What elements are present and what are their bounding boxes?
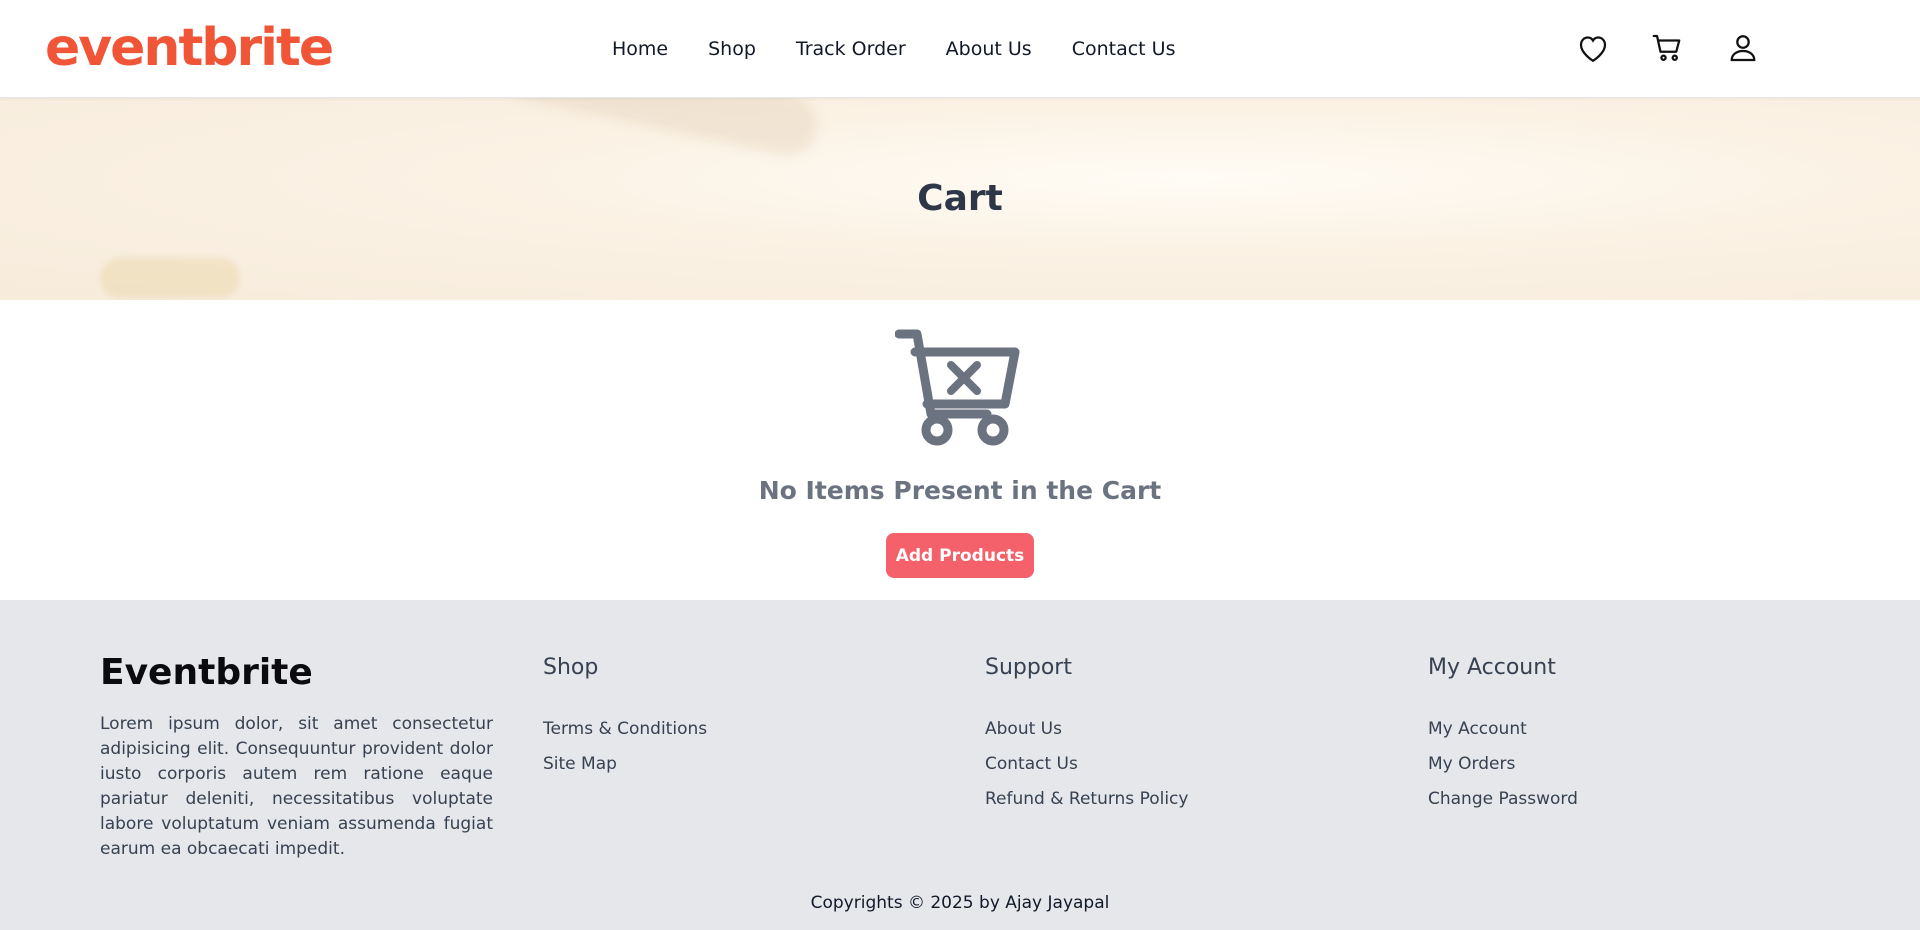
- nav-track-order[interactable]: Track Order: [796, 38, 906, 60]
- footer-heading-support: Support: [985, 655, 1072, 680]
- footer-link-terms[interactable]: Terms & Conditions: [543, 712, 707, 747]
- footer-link-change-password[interactable]: Change Password: [1428, 782, 1578, 817]
- footer-links-support: About Us Contact Us Refund & Returns Pol…: [985, 712, 1188, 817]
- copyright: Copyrights © 2025 by Ajay Jayapal: [810, 893, 1110, 913]
- footer-links-shop: Terms & Conditions Site Map: [543, 712, 707, 782]
- nav-shop[interactable]: Shop: [708, 38, 756, 60]
- header-icons: [1575, 30, 1761, 66]
- footer-brand-title: Eventbrite: [100, 652, 313, 693]
- banner-decoration: [100, 258, 240, 298]
- footer-link-contact[interactable]: Contact Us: [985, 747, 1188, 782]
- footer-brand-text: Lorem ipsum dolor, sit amet consectetur …: [100, 714, 493, 859]
- nav-contact-us[interactable]: Contact Us: [1072, 38, 1176, 60]
- footer-link-about[interactable]: About Us: [985, 712, 1188, 747]
- page-banner: Cart: [0, 98, 1920, 300]
- site-header: eventbrite Home Shop Track Order About U…: [0, 0, 1920, 98]
- empty-cart-message: No Items Present in the Cart: [758, 476, 1162, 505]
- heart-icon[interactable]: [1575, 30, 1611, 66]
- cart-remove-icon: [895, 329, 1020, 446]
- footer-link-refund[interactable]: Refund & Returns Policy: [985, 782, 1188, 817]
- cart-icon[interactable]: [1650, 30, 1686, 66]
- page-title: Cart: [917, 178, 1003, 219]
- logo[interactable]: eventbrite: [45, 14, 334, 82]
- footer-link-my-account[interactable]: My Account: [1428, 712, 1578, 747]
- footer-link-my-orders[interactable]: My Orders: [1428, 747, 1578, 782]
- user-icon[interactable]: [1725, 30, 1761, 66]
- site-footer: Eventbrite Lorem ipsum dolor, sit amet c…: [0, 600, 1920, 930]
- nav-home[interactable]: Home: [612, 38, 668, 60]
- footer-links-account: My Account My Orders Change Password: [1428, 712, 1578, 817]
- main-nav: Home Shop Track Order About Us Contact U…: [592, 0, 1195, 98]
- footer-heading-shop: Shop: [543, 655, 599, 680]
- add-products-button[interactable]: Add Products: [886, 533, 1034, 578]
- nav-about-us[interactable]: About Us: [946, 38, 1032, 60]
- footer-link-sitemap[interactable]: Site Map: [543, 747, 707, 782]
- banner-decoration: [497, 98, 823, 161]
- footer-heading-account: My Account: [1428, 655, 1556, 680]
- empty-cart: No Items Present in the Cart Add Product…: [0, 300, 1920, 600]
